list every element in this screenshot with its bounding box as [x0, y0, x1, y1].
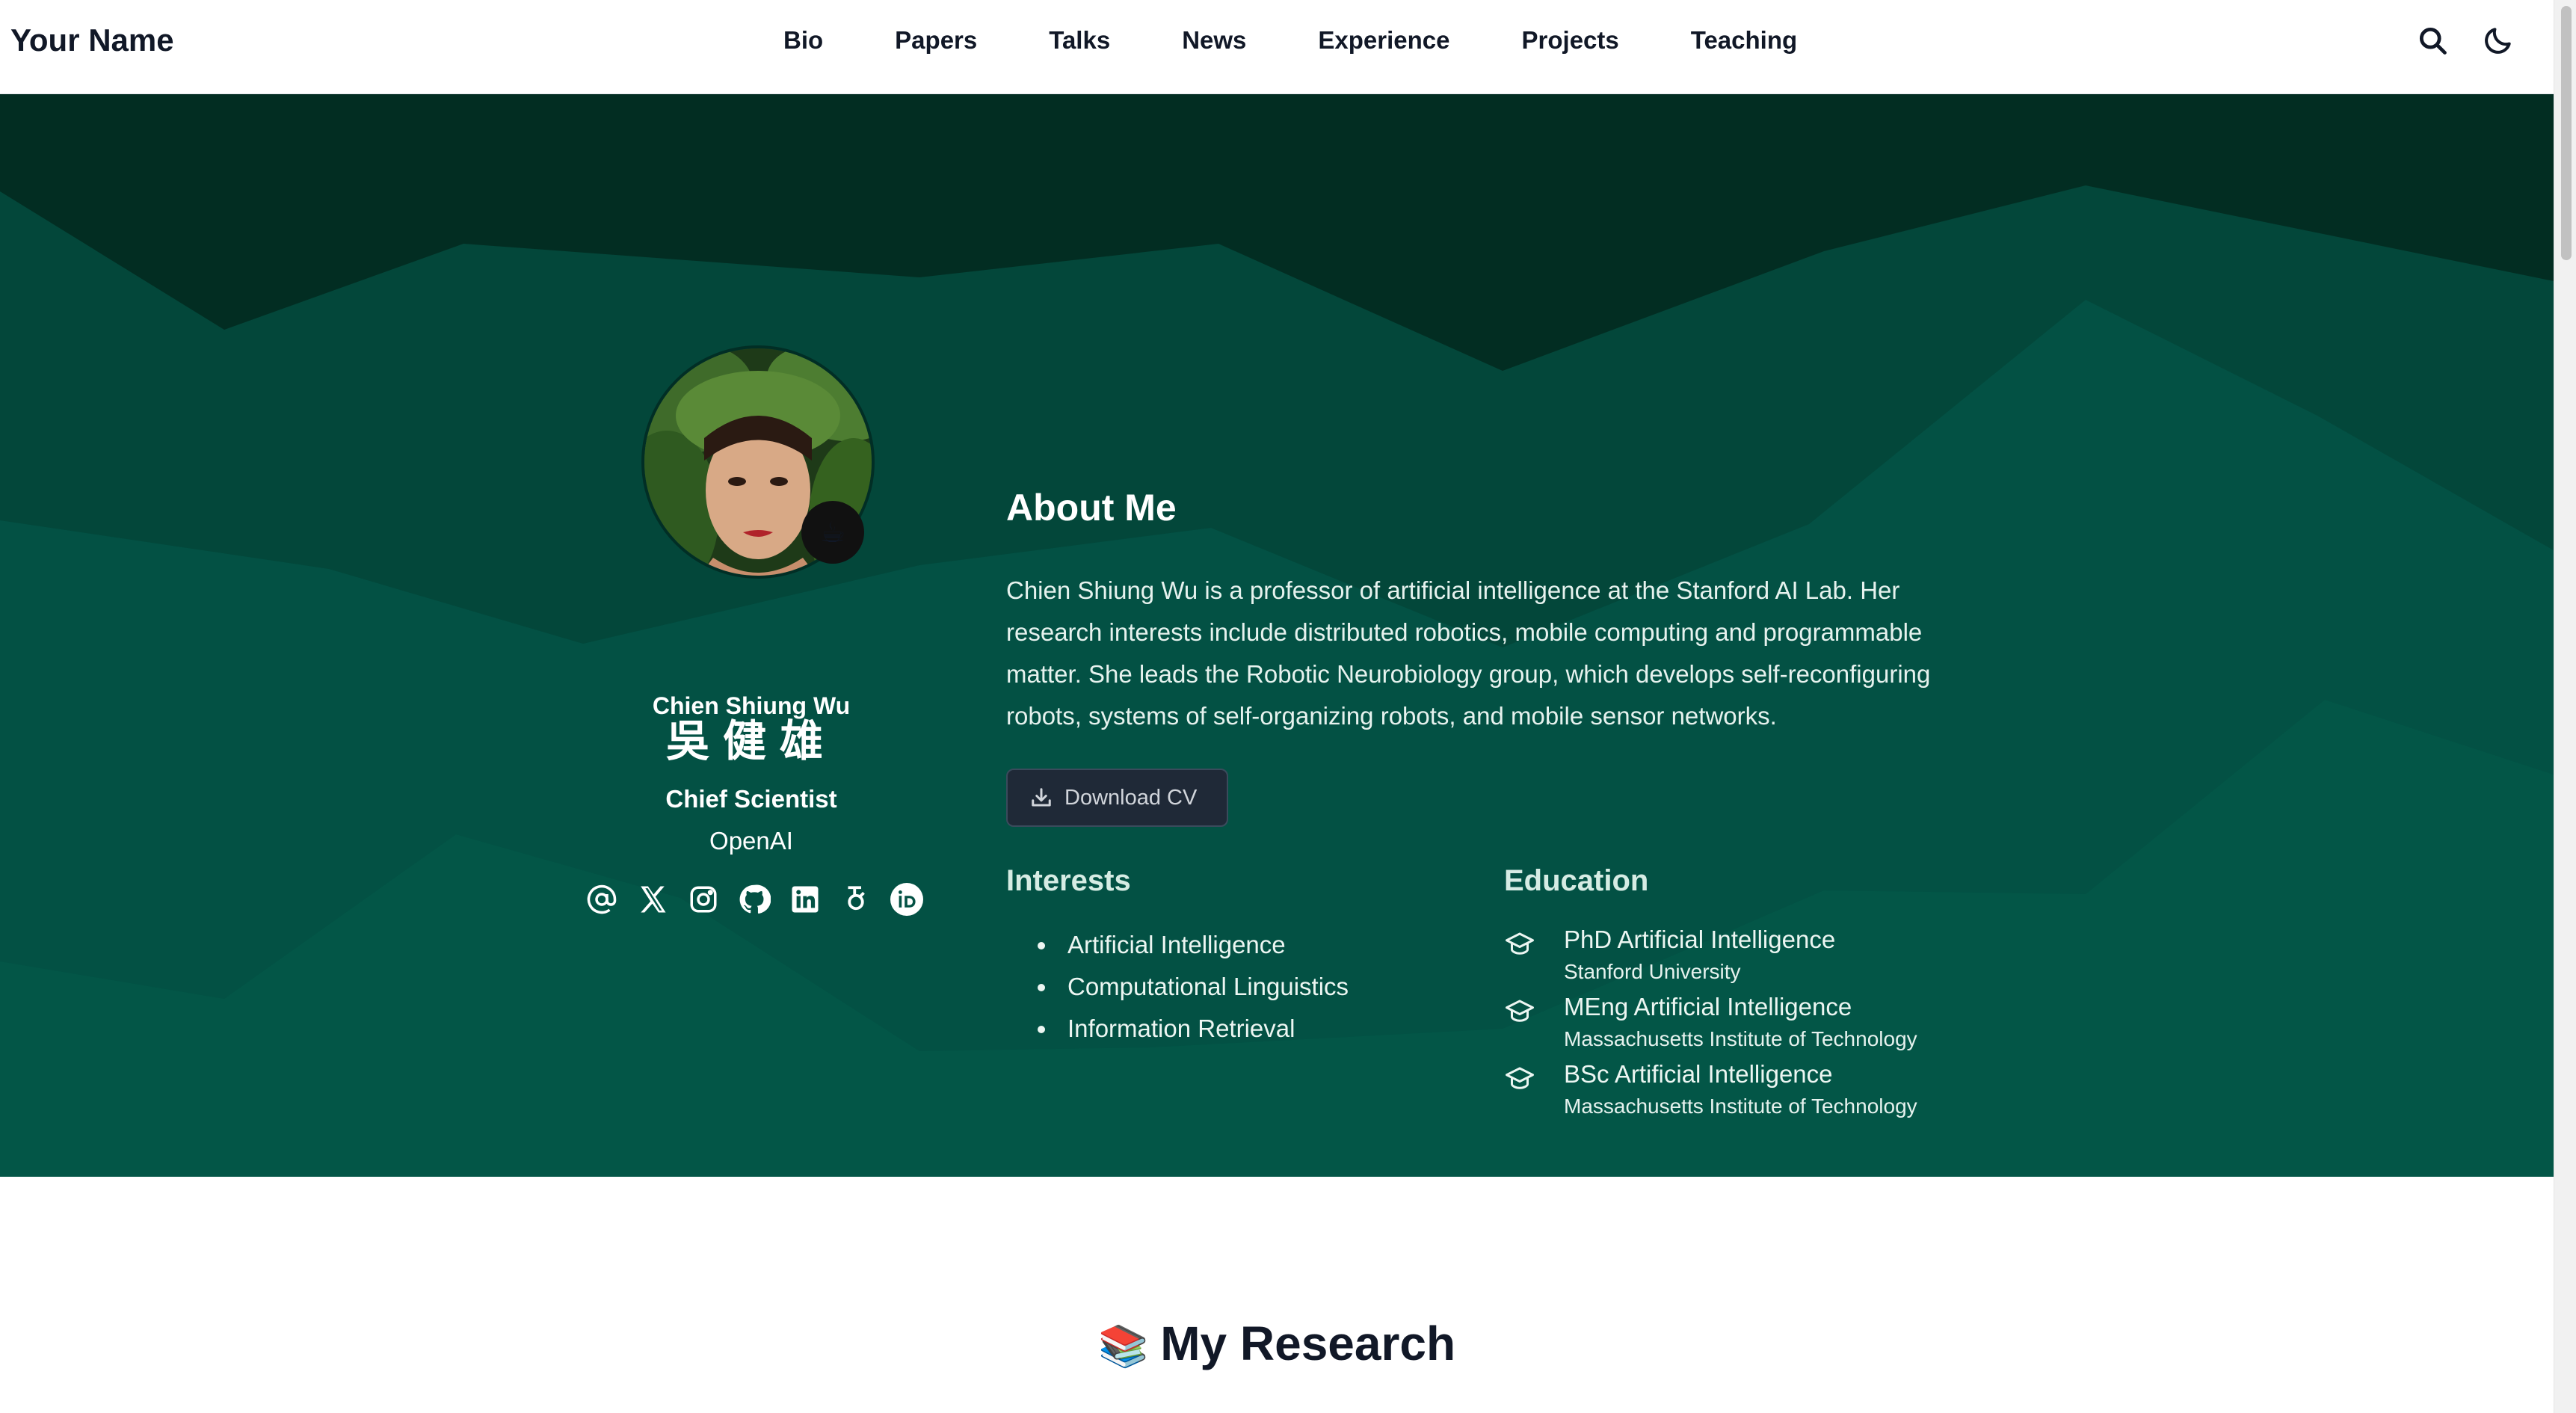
nav-link-projects[interactable]: Projects — [1522, 24, 1619, 57]
graduation-cap-icon — [1506, 932, 1534, 955]
hero-section: ☕ Chien Shiung Wu 吳健雄 Chief Scientist Op… — [0, 94, 2554, 1177]
github-icon[interactable] — [736, 881, 773, 918]
education-title: Education — [1504, 864, 1649, 897]
instagram-icon[interactable] — [685, 881, 722, 918]
top-navbar: Your Name Bio Papers Talks News Experien… — [0, 0, 2554, 94]
research-title: My Research — [1160, 1317, 1456, 1370]
orcid-icon[interactable] — [888, 881, 925, 918]
avatar-badge: ☕ — [801, 501, 864, 564]
site-brand[interactable]: Your Name — [10, 21, 174, 60]
interests-list: Artificial Intelligence Computational Li… — [1038, 924, 1349, 1050]
bullet-icon — [1038, 1026, 1045, 1033]
nav-link-papers[interactable]: Papers — [895, 24, 977, 57]
graduation-cap-icon — [1506, 1067, 1534, 1089]
graduation-cap-icon — [1506, 1000, 1534, 1022]
nav-link-talks[interactable]: Talks — [1049, 24, 1110, 57]
interests-title: Interests — [1006, 864, 1131, 897]
bullet-icon — [1038, 942, 1045, 949]
search-icon[interactable] — [2416, 24, 2449, 57]
social-links — [583, 881, 939, 918]
scrollbar-thumb[interactable] — [2561, 6, 2572, 260]
education-school: Stanford University — [1564, 960, 1741, 983]
download-cv-label: Download CV — [1064, 785, 1198, 810]
download-icon — [1030, 786, 1053, 809]
google-scholar-icon[interactable] — [837, 881, 875, 918]
education-degree: MEng Artificial Intelligence — [1564, 993, 1852, 1020]
list-item: Information Retrieval — [1038, 1008, 1349, 1050]
education-item: BSc Artificial Intelligence Massachusett… — [1504, 1059, 1917, 1126]
nav-link-teaching[interactable]: Teaching — [1691, 24, 1797, 57]
bullet-icon — [1038, 984, 1045, 991]
linkedin-icon[interactable] — [786, 881, 824, 918]
education-item: MEng Artificial Intelligence Massachuset… — [1504, 991, 1917, 1059]
nav-link-news[interactable]: News — [1182, 24, 1246, 57]
profile-role: Chief Scientist — [665, 785, 837, 813]
profile-organization: OpenAI — [709, 827, 793, 855]
education-school: Massachusetts Institute of Technology — [1564, 1095, 1917, 1118]
main-nav: Bio Papers Talks News Experience Project… — [783, 24, 1797, 57]
x-icon[interactable] — [634, 881, 671, 918]
download-cv-button[interactable]: Download CV — [1006, 769, 1228, 827]
nav-link-bio[interactable]: Bio — [783, 24, 823, 57]
list-item: Computational Linguistics — [1038, 966, 1349, 1008]
about-title: About Me — [1006, 487, 1177, 529]
avatar: ☕ — [641, 345, 875, 579]
page-scrollbar[interactable] — [2554, 0, 2576, 1413]
moon-icon[interactable] — [2482, 24, 2515, 57]
education-degree: BSc Artificial Intelligence — [1564, 1060, 1833, 1088]
list-item: Artificial Intelligence — [1038, 924, 1349, 966]
books-icon: 📚 — [1097, 1323, 1149, 1370]
education-school: Massachusetts Institute of Technology — [1564, 1027, 1917, 1050]
at-icon[interactable] — [583, 881, 620, 918]
about-text: Chien Shiung Wu is a professor of artifi… — [1006, 576, 1931, 730]
research-heading: 📚 My Research — [0, 1316, 2554, 1371]
nav-link-experience[interactable]: Experience — [1318, 24, 1449, 57]
education-degree: PhD Artificial Intelligence — [1564, 926, 1836, 953]
education-item: PhD Artificial Intelligence Stanford Uni… — [1504, 924, 1917, 991]
education-list: PhD Artificial Intelligence Stanford Uni… — [1504, 924, 1917, 1126]
